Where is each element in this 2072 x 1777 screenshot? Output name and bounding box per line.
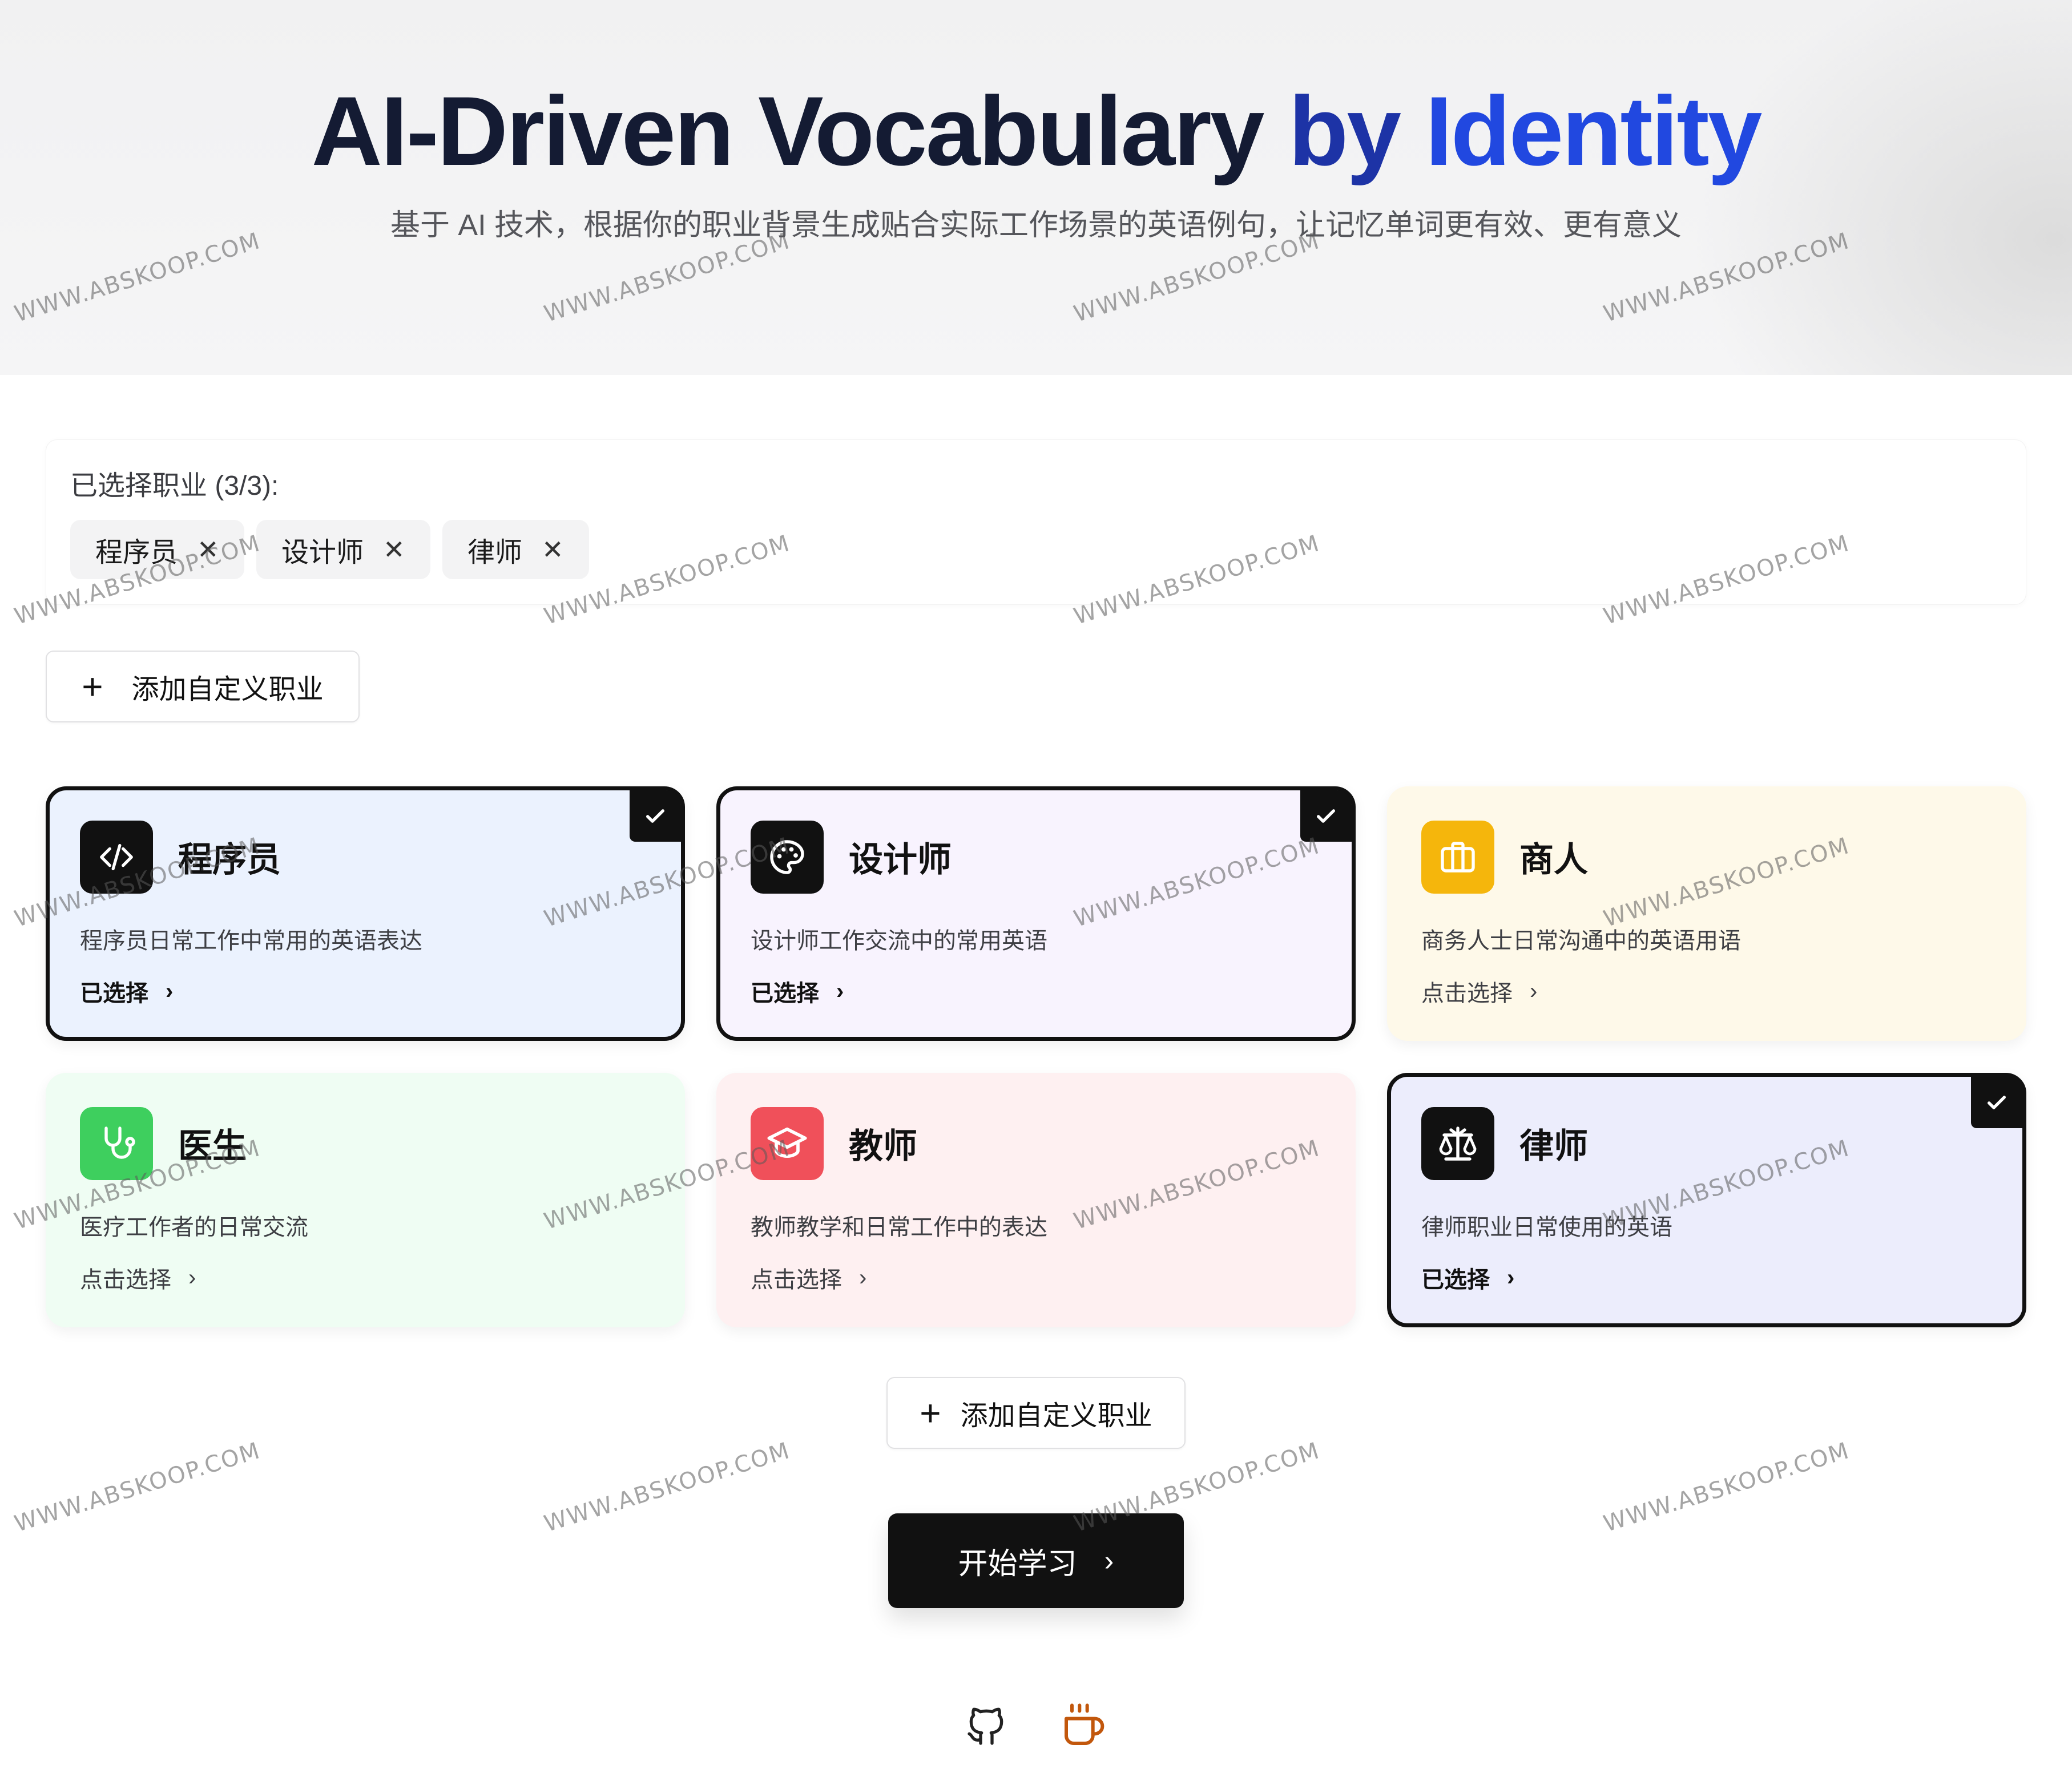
chevron-right-icon: › xyxy=(836,978,844,1004)
code-icon xyxy=(80,821,153,894)
chevron-right-icon: › xyxy=(859,1265,867,1290)
card-description: 程序员日常工作中常用的英语表达 xyxy=(80,928,422,954)
close-icon[interactable]: ✕ xyxy=(197,534,219,565)
close-icon[interactable]: ✕ xyxy=(542,534,564,565)
profession-card-programmer[interactable]: 程序员 程序员日常工作中常用的英语表达 已选择 › xyxy=(46,786,685,1041)
add-custom-profession-button-bottom[interactable]: + 添加自定义职业 xyxy=(886,1377,1186,1449)
card-status-label: 点击选择 xyxy=(80,1267,171,1293)
card-title: 设计师 xyxy=(849,841,952,879)
hero-header: AI-Driven Vocabulary by Identity 基于 AI 技… xyxy=(0,0,2072,375)
card-status-label: 点击选择 xyxy=(1421,981,1513,1006)
card-status: 已选择 › xyxy=(80,975,173,1008)
chevron-right-icon: › xyxy=(166,978,174,1004)
chevron-right-icon: › xyxy=(1530,978,1538,1004)
card-status: 点击选择 › xyxy=(751,1261,866,1294)
card-status: 已选择 › xyxy=(1421,1261,1514,1294)
page-title: AI-Driven Vocabulary by Identity xyxy=(0,74,2072,188)
add-custom-label: 添加自定义职业 xyxy=(131,675,324,705)
chip-label: 设计师 xyxy=(281,538,364,568)
card-title: 教师 xyxy=(849,1127,917,1165)
page-subtitle: 基于 AI 技术，根据你的职业背景生成贴合实际工作场景的英语例句，让记忆单词更有… xyxy=(390,209,1682,242)
chip-designer: 设计师 ✕ xyxy=(256,520,430,579)
selected-professions-panel: 已选择职业 (3/3): 程序员 ✕ 设计师 ✕ 律师 ✕ xyxy=(46,439,2026,605)
check-icon xyxy=(630,790,681,842)
check-icon xyxy=(1971,1077,2022,1128)
selected-count-label: 已选择职业 (3/3): xyxy=(70,471,279,501)
title-part-2: by xyxy=(1288,76,1425,186)
stethoscope-icon xyxy=(80,1107,153,1180)
plus-icon: + xyxy=(920,1392,941,1433)
chip-label: 律师 xyxy=(467,538,523,568)
watermark: WWW.ABSKOOP.COM xyxy=(11,1437,264,1537)
profession-card-doctor[interactable]: 医生 医疗工作者的日常交流 点击选择 › xyxy=(46,1073,685,1327)
page: AI-Driven Vocabulary by Identity 基于 AI 技… xyxy=(0,0,2072,1777)
card-title: 商人 xyxy=(1519,841,1588,879)
card-description: 律师职业日常使用的英语 xyxy=(1421,1215,1672,1240)
card-status: 点击选择 › xyxy=(1421,975,1537,1008)
card-title: 程序员 xyxy=(178,841,281,879)
card-description: 商务人士日常沟通中的英语用语 xyxy=(1421,928,1741,954)
chevron-right-icon: › xyxy=(1104,1545,1114,1577)
chevron-right-icon: › xyxy=(188,1265,196,1290)
card-status-label: 点击选择 xyxy=(751,1267,842,1293)
profession-card-lawyer[interactable]: 律师 律师职业日常使用的英语 已选择 › xyxy=(1387,1073,2026,1327)
close-icon[interactable]: ✕ xyxy=(383,534,405,565)
card-status: 点击选择 › xyxy=(80,1261,196,1294)
chip-programmer: 程序员 ✕ xyxy=(70,520,244,579)
add-custom-profession-button[interactable]: + 添加自定义职业 xyxy=(46,651,360,722)
profession-card-teacher[interactable]: 教师 教师教学和日常工作中的表达 点击选择 › xyxy=(716,1073,1356,1327)
start-learning-button[interactable]: 开始学习 › xyxy=(888,1513,1184,1608)
check-icon xyxy=(1300,790,1352,842)
chevron-right-icon: › xyxy=(1507,1265,1515,1290)
card-description: 医疗工作者的日常交流 xyxy=(80,1215,308,1240)
title-part-1: AI-Driven Vocabulary xyxy=(311,76,1289,186)
chip-lawyer: 律师 ✕ xyxy=(442,520,589,579)
chip-label: 程序员 xyxy=(95,538,178,568)
card-status: 已选择 › xyxy=(751,975,844,1008)
watermark: WWW.ABSKOOP.COM xyxy=(541,1437,793,1537)
title-part-3: Identity xyxy=(1425,76,1763,186)
card-status-label: 已选择 xyxy=(1421,1267,1490,1293)
graduation-cap-icon xyxy=(751,1107,824,1180)
card-description: 教师教学和日常工作中的表达 xyxy=(751,1215,1047,1240)
plus-icon: + xyxy=(82,666,103,707)
card-title: 律师 xyxy=(1519,1127,1588,1165)
add-custom-label: 添加自定义职业 xyxy=(960,1401,1152,1431)
card-description: 设计师工作交流中的常用英语 xyxy=(751,928,1047,954)
card-status-label: 已选择 xyxy=(80,981,148,1006)
start-learning-label: 开始学习 xyxy=(958,1547,1077,1581)
profession-card-designer[interactable]: 设计师 设计师工作交流中的常用英语 已选择 › xyxy=(716,786,1356,1041)
briefcase-icon xyxy=(1421,821,1494,894)
profession-card-businessman[interactable]: 商人 商务人士日常沟通中的英语用语 点击选择 › xyxy=(1387,786,2026,1041)
palette-icon xyxy=(751,821,824,894)
card-status-label: 已选择 xyxy=(751,981,819,1006)
github-icon[interactable] xyxy=(964,1703,1009,1749)
card-title: 医生 xyxy=(178,1127,247,1165)
watermark: WWW.ABSKOOP.COM xyxy=(1601,1437,1853,1537)
coffee-icon[interactable] xyxy=(1061,1703,1106,1749)
scale-icon xyxy=(1421,1107,1494,1180)
